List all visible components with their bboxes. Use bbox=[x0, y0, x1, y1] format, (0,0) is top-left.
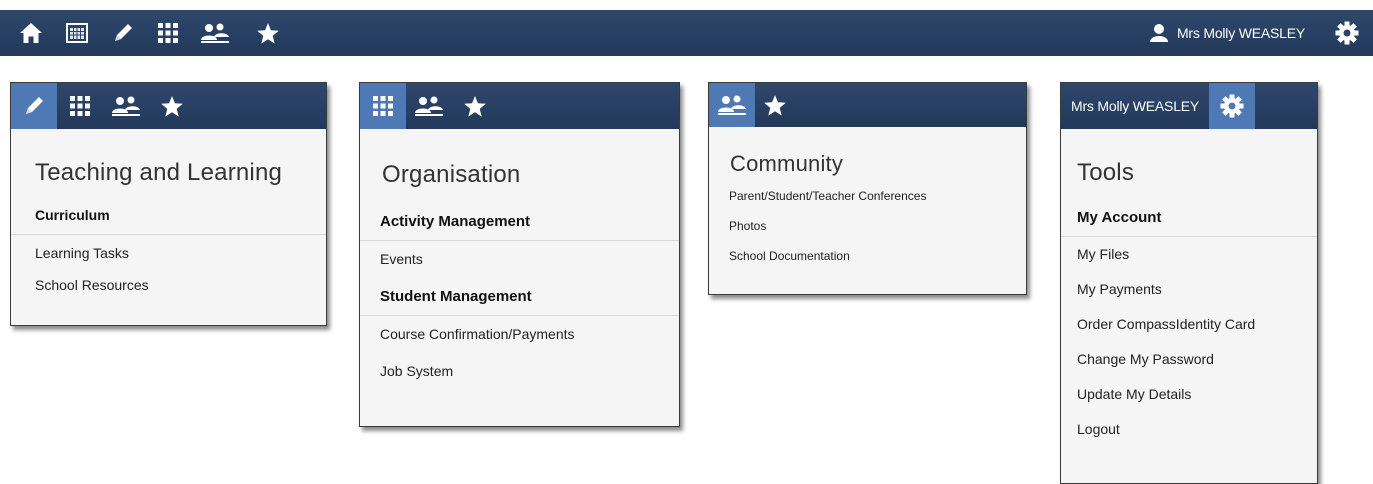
tools-panel: Mrs Molly WEASLEY Tools My Account My Fi… bbox=[1060, 82, 1318, 484]
menu-item-school-resources[interactable]: School Resources bbox=[11, 272, 326, 299]
panel-title: Teaching and Learning bbox=[35, 159, 283, 186]
menu-item-my-files[interactable]: My Files bbox=[1061, 237, 1317, 272]
user-icon bbox=[1149, 23, 1169, 43]
menu-item-job-system[interactable]: Job System bbox=[360, 353, 679, 390]
panel-tab-bar bbox=[11, 83, 326, 129]
user-name: Mrs Molly WEASLEY bbox=[1176, 25, 1305, 41]
menu-item-course-confirmation-payments[interactable]: Course Confirmation/Payments bbox=[360, 316, 679, 353]
user-name-tab[interactable]: Mrs Molly WEASLEY bbox=[1061, 83, 1209, 129]
menu-item-my-payments[interactable]: My Payments bbox=[1061, 272, 1317, 307]
organisation-panel: Organisation Activity Management Events … bbox=[359, 82, 680, 427]
section-heading-my-account: My Account bbox=[1061, 199, 1317, 237]
panel-tab-bar bbox=[360, 83, 679, 129]
section-heading-activity-management: Activity Management bbox=[360, 203, 679, 241]
menu-item-events[interactable]: Events bbox=[360, 241, 679, 278]
top-navigation-bar: Mrs Molly WEASLEY bbox=[0, 10, 1373, 56]
star-icon[interactable] bbox=[755, 83, 795, 127]
menu-item-school-documentation[interactable]: School Documentation bbox=[709, 241, 1026, 271]
grid-icon[interactable] bbox=[360, 83, 406, 129]
menu-item-photos[interactable]: Photos bbox=[709, 211, 1026, 241]
star-icon[interactable] bbox=[253, 10, 283, 56]
people-icon[interactable] bbox=[103, 83, 149, 129]
user-menu[interactable]: Mrs Molly WEASLEY bbox=[1149, 10, 1305, 56]
star-icon[interactable] bbox=[452, 83, 498, 129]
teaching-learning-panel: Teaching and Learning Curriculum Learnin… bbox=[10, 82, 327, 326]
section-heading-student-management: Student Management bbox=[360, 278, 679, 316]
menu-item-learning-tasks[interactable]: Learning Tasks bbox=[11, 235, 326, 272]
menu-item-order-identity-card[interactable]: Order CompassIdentity Card bbox=[1061, 307, 1317, 342]
home-icon[interactable] bbox=[14, 10, 48, 56]
grid-icon[interactable] bbox=[57, 83, 103, 129]
pencil-icon[interactable] bbox=[11, 83, 57, 129]
pencil-icon[interactable] bbox=[108, 10, 138, 56]
star-icon[interactable] bbox=[149, 83, 195, 129]
panel-tab-bar bbox=[709, 83, 1026, 127]
panel-title: Organisation bbox=[382, 161, 521, 188]
menu-item-logout[interactable]: Logout bbox=[1061, 412, 1317, 447]
menu-item-change-password[interactable]: Change My Password bbox=[1061, 342, 1317, 377]
people-icon[interactable] bbox=[709, 83, 755, 127]
calendar-icon[interactable] bbox=[62, 10, 92, 56]
community-panel: Community Parent/Student/Teacher Confere… bbox=[708, 82, 1027, 295]
panel-title: Tools bbox=[1077, 159, 1135, 186]
grid-icon[interactable] bbox=[153, 10, 183, 56]
panel-tab-bar: Mrs Molly WEASLEY bbox=[1061, 83, 1317, 129]
section-heading-curriculum: Curriculum bbox=[11, 197, 326, 235]
gear-icon[interactable] bbox=[1335, 10, 1359, 56]
menu-item-conferences[interactable]: Parent/Student/Teacher Conferences bbox=[709, 181, 1026, 211]
menu-item-update-details[interactable]: Update My Details bbox=[1061, 377, 1317, 412]
people-icon[interactable] bbox=[197, 10, 233, 56]
people-icon[interactable] bbox=[406, 83, 452, 129]
panel-title: Community bbox=[730, 151, 844, 176]
gear-icon[interactable] bbox=[1209, 83, 1256, 129]
